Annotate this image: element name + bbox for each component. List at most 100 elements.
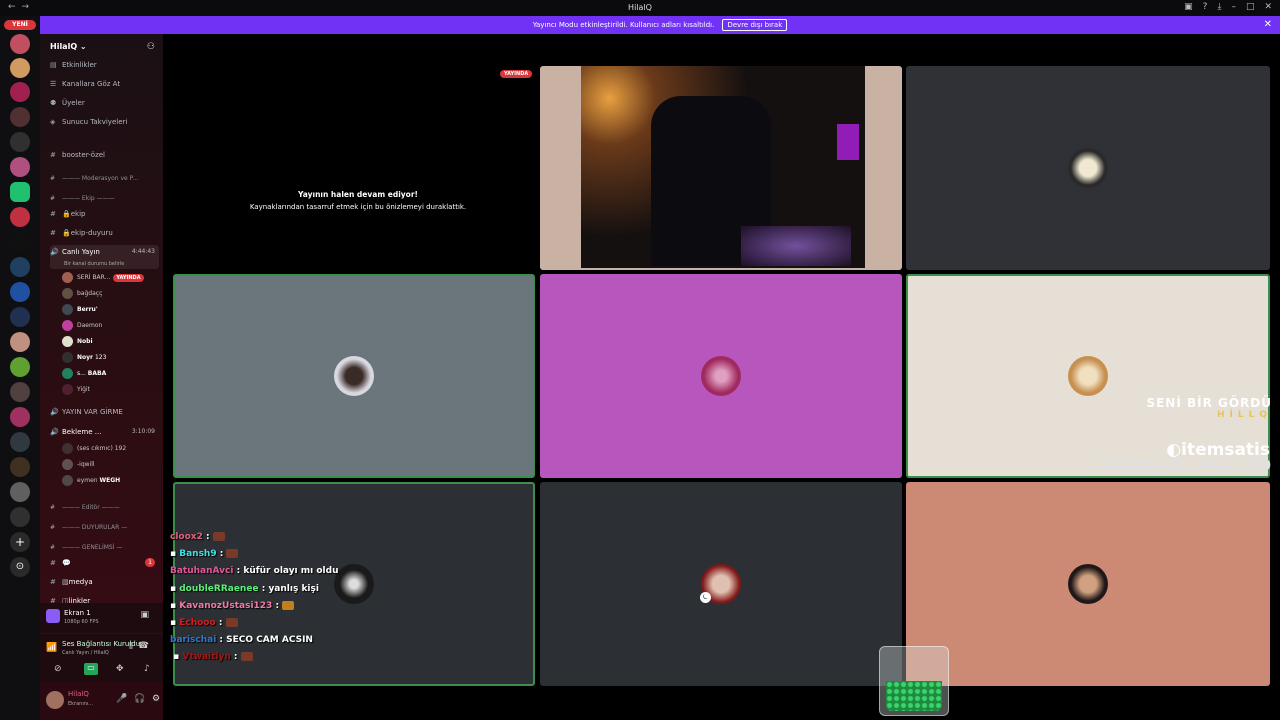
participant-tile[interactable] (173, 274, 535, 478)
stop-share-icon[interactable]: ▣ (140, 610, 149, 620)
channel-ekip-duyuru[interactable]: # 🔒ekip-duyuru (50, 226, 159, 240)
server-name[interactable]: HilalQ ⌄ (50, 42, 87, 51)
channel-booster[interactable]: # booster-özel (50, 148, 159, 162)
inbox-icon[interactable]: ▣ (1184, 2, 1193, 12)
server-icon[interactable] (10, 482, 30, 502)
minimize-icon[interactable]: – (1231, 2, 1236, 12)
signal-icon: 📶 (46, 643, 58, 653)
discover-icon[interactable]: ⊙ (10, 557, 30, 577)
speaker-icon: 🔊 (50, 408, 59, 416)
voice-user[interactable]: Daemon (62, 319, 157, 333)
participant-tile[interactable] (906, 66, 1270, 270)
soundboard-icon[interactable]: ♪ (144, 664, 150, 674)
server-icon[interactable] (10, 58, 30, 78)
server-icon[interactable] (10, 432, 30, 452)
camera-tile[interactable] (540, 66, 902, 270)
voice-user[interactable]: Yiğit (62, 383, 157, 397)
voice-user[interactable]: (ses cıkmıc) 192 (62, 442, 157, 456)
server-icon[interactable] (10, 282, 30, 302)
server-icon[interactable] (10, 257, 30, 277)
server-icon[interactable] (10, 232, 30, 252)
invite-icon[interactable]: ⚇ (147, 42, 155, 52)
server-icon[interactable] (10, 132, 30, 152)
emote-icon (212, 532, 225, 541)
camera-off-icon[interactable]: ⊘ (54, 664, 62, 674)
avatar (62, 288, 73, 299)
category-editor[interactable]: # ——— Editör ——— (50, 501, 159, 515)
sidebar-item-boosts[interactable]: ◈ Sunucu Takviyeleri (50, 115, 159, 129)
server-icon[interactable] (10, 82, 30, 102)
disconnect-icon[interactable]: ☎ (138, 641, 149, 651)
voice-user[interactable]: SERİ BAR... YAYINDA (62, 271, 157, 285)
headphone-icon[interactable]: 🎧 (134, 694, 145, 704)
avatar (62, 320, 73, 331)
participant-tile[interactable] (906, 482, 1270, 686)
avatar[interactable] (46, 691, 64, 709)
voice-user[interactable]: eymen WEGH (62, 474, 157, 488)
server-icon[interactable] (10, 407, 30, 427)
stream-tile-paused[interactable]: Yayının halen devam ediyor! Kaynaklarınd… (173, 66, 535, 270)
channel-ekip[interactable]: # 🔒ekip (50, 207, 159, 221)
server-icon[interactable] (10, 182, 30, 202)
voice-user[interactable]: -iqwill (62, 458, 157, 472)
voice-user[interactable]: s... BABA (62, 367, 157, 381)
category-genel[interactable]: # ——— GENELİMSİ — (50, 541, 159, 555)
activity-icon[interactable]: ✥ (116, 664, 124, 674)
server-icon[interactable] (10, 107, 30, 127)
avatar (1068, 564, 1108, 604)
voice-channel-bekleme[interactable]: 🔊 Bekleme ... 3:10:09 (50, 425, 159, 439)
close-icon[interactable]: ✕ (1264, 2, 1272, 12)
server-icon[interactable] (10, 307, 30, 327)
hash-icon: # (50, 151, 56, 159)
voice-channel-yayin-var[interactable]: 🔊 YAYIN VAR GİRME (50, 405, 159, 419)
avatar (62, 336, 73, 347)
chat-message: barischai : SECO CAM ACSIN (170, 635, 313, 646)
server-icon[interactable] (10, 507, 30, 527)
disable-button[interactable]: Devre dışı bırak (722, 19, 788, 31)
voice-user[interactable]: Noyr 123 (62, 351, 157, 365)
members-icon: ⚉ (50, 99, 57, 107)
download-icon[interactable]: ⤓ (1217, 2, 1221, 12)
participant-tile[interactable] (540, 274, 902, 478)
screen-share-icon[interactable]: ▭ (84, 663, 98, 675)
sidebar-item-members[interactable]: ⚉ Üyeler (50, 96, 159, 110)
channel-status[interactable]: Bir kanal durumu belirle (64, 257, 157, 271)
server-icon[interactable] (10, 34, 30, 54)
banner-close-icon[interactable]: ✕ (1264, 19, 1272, 30)
channel-chat[interactable]: # 💬 1 (50, 556, 159, 570)
voice-user[interactable]: Nobi (62, 335, 157, 349)
chat-user: cloox2 (170, 532, 203, 542)
username[interactable]: HilalQ (68, 690, 89, 698)
category-duyurular[interactable]: # ——— DUYURULAR — (50, 521, 159, 535)
live-badge: YAYINDA (500, 70, 533, 78)
noise-icon[interactable]: ⦀ (129, 642, 133, 652)
server-icon[interactable] (10, 332, 30, 352)
participant-tile[interactable]: ⏾ (540, 482, 902, 686)
channel-medya[interactable]: # ▧medya (50, 575, 159, 589)
server-icon[interactable] (10, 157, 30, 177)
channel-timer: 3:10:09 (131, 428, 155, 435)
avatar (701, 356, 741, 396)
category-moderasyon[interactable]: # ——— Moderasyon ve P... (50, 172, 159, 186)
banner-text: Yayıncı Modu etkinleştirildi. Kullanıcı … (532, 21, 715, 29)
maximize-icon[interactable]: □ (1246, 2, 1255, 12)
server-icon[interactable] (10, 457, 30, 477)
window-title: HilalQ (628, 3, 652, 12)
sidebar-item-browse[interactable]: ☰ Kanallara Göz At (50, 77, 159, 91)
server-icon[interactable] (10, 357, 30, 377)
settings-icon[interactable]: ⚙ (152, 694, 160, 704)
chat-message: ▪ doubleRRaenee : yanlış kişi (170, 583, 319, 594)
screen-title: Ekran 1 (64, 609, 91, 617)
voice-user[interactable]: bağdaçç (62, 287, 157, 301)
add-server-icon[interactable]: + (10, 532, 30, 552)
help-icon[interactable]: ? (1203, 2, 1208, 12)
hash-icon: # (50, 559, 56, 567)
voice-user[interactable]: Berru' (62, 303, 157, 317)
sidebar-item-events[interactable]: ▤ Etkinlikler (50, 58, 159, 72)
mic-icon[interactable]: 🎤 (116, 694, 127, 704)
voice-sub[interactable]: Canlı Yayın / HilalQ (62, 650, 109, 656)
server-icon[interactable] (10, 207, 30, 227)
avatar (62, 352, 73, 363)
category-ekip[interactable]: # ——— Ekip ——— (50, 192, 159, 206)
server-icon[interactable] (10, 382, 30, 402)
